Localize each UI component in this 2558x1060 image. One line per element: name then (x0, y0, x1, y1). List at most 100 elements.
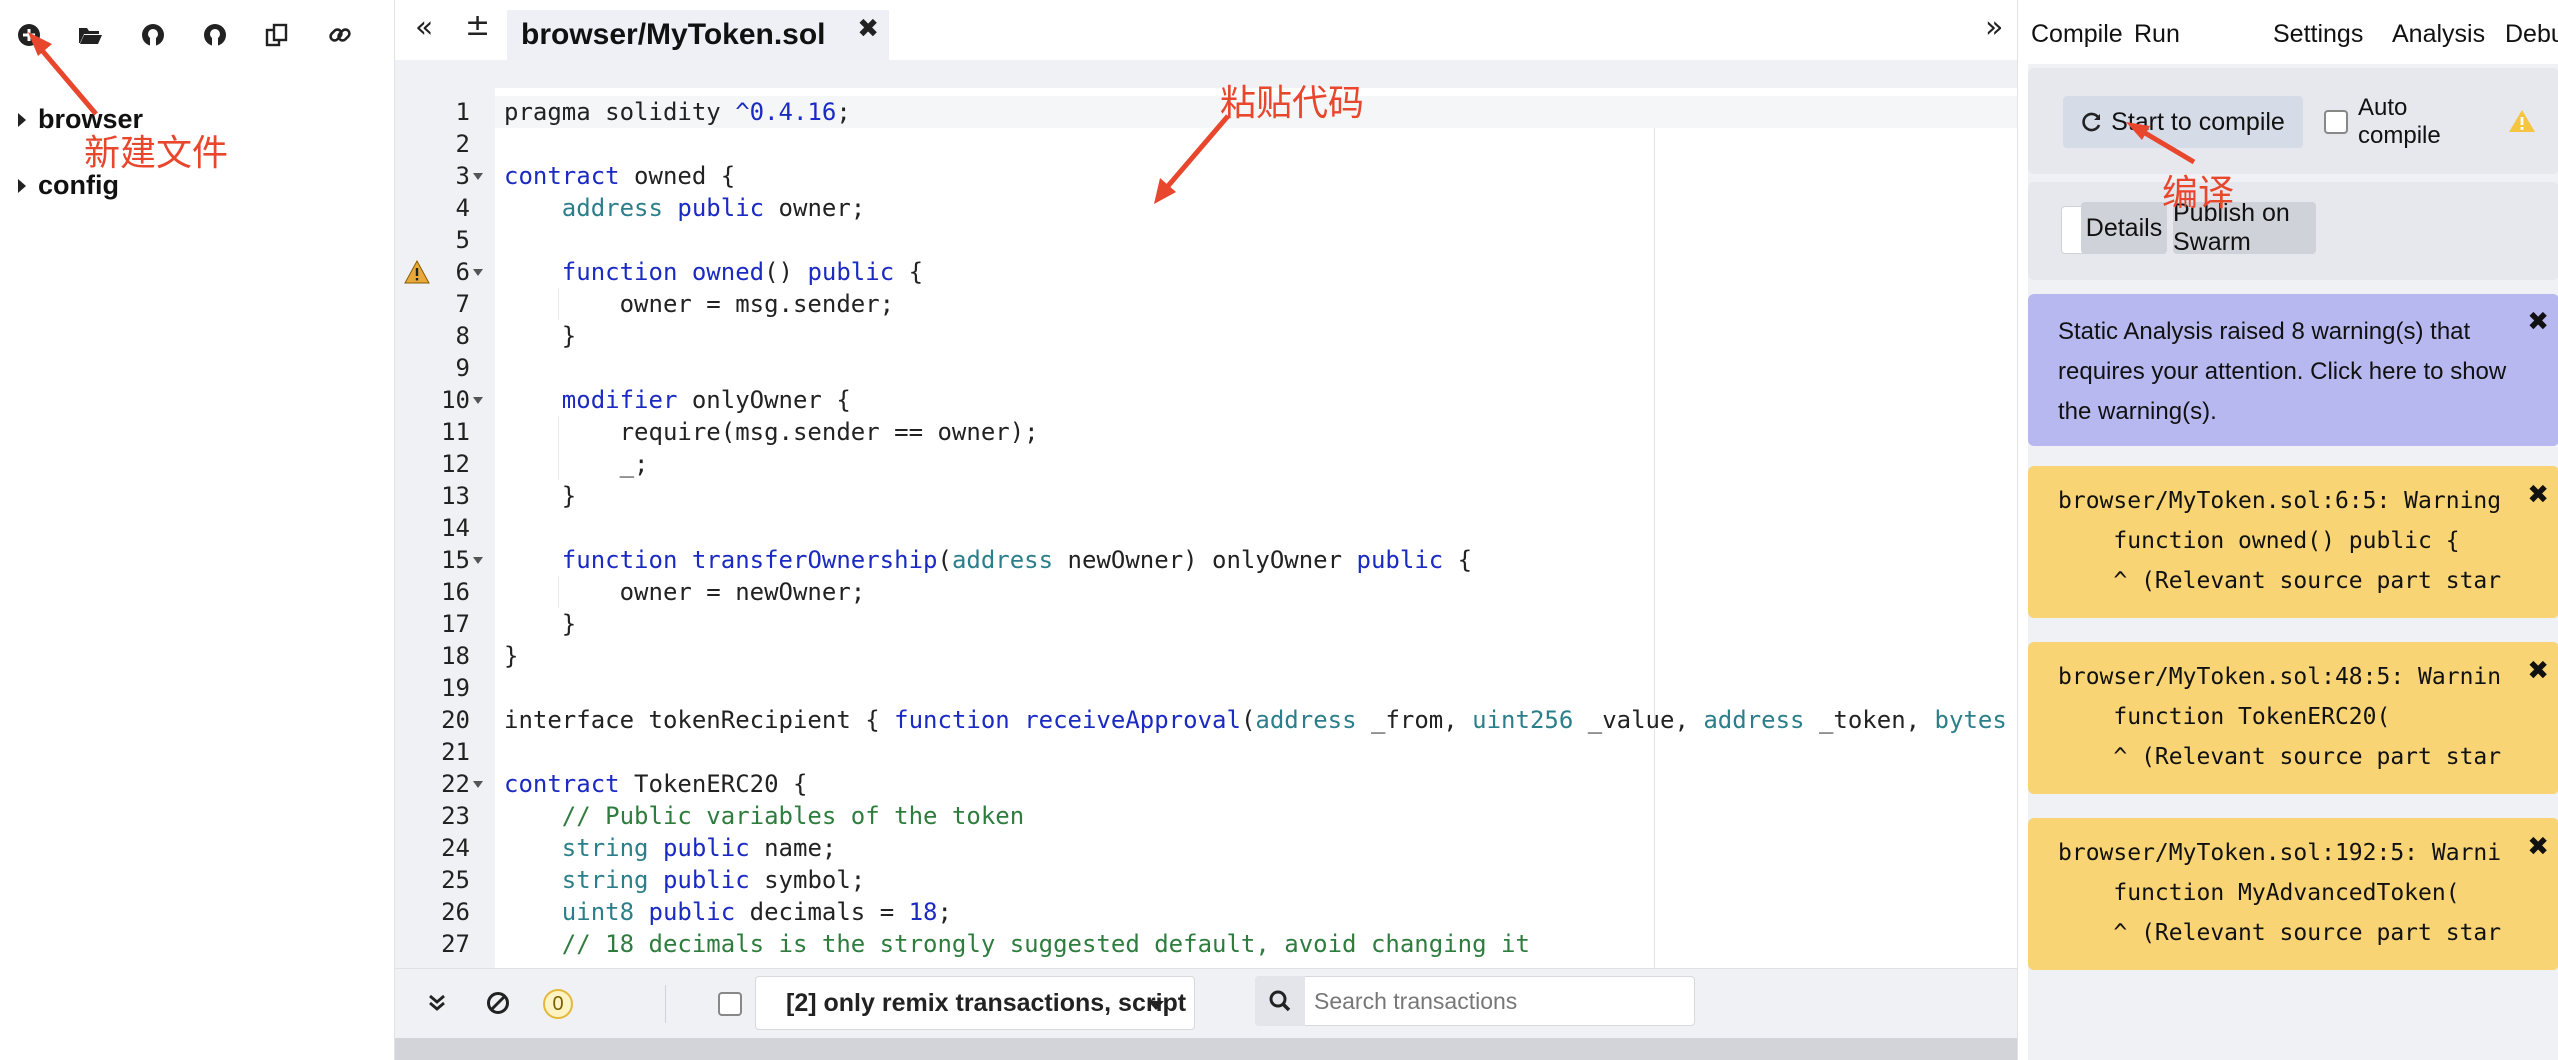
static-analysis-alert[interactable]: Static Analysis raised 8 warning(s) that… (2028, 294, 2558, 446)
warning-pointer: ^ (Relevant source part star (2058, 744, 2502, 770)
code-line: function transferOwnership(address newOw… (561, 546, 1473, 574)
code-line: owner = newOwner; (504, 578, 866, 606)
gist-icon[interactable] (200, 20, 230, 50)
clear-console-icon[interactable] (485, 990, 511, 1021)
code-line: owner = msg.sender; (504, 290, 895, 318)
code-line: uint8 public decimals = 18; (561, 898, 952, 926)
code-line: // Public variables of the token (561, 802, 1025, 830)
copy-to-icon[interactable] (262, 20, 292, 50)
search-input[interactable] (1314, 977, 1684, 1025)
code-line: contract TokenERC20 { (504, 770, 808, 798)
line-number: 17 (441, 610, 470, 638)
collapse-right-panel-icon[interactable]: » (1985, 10, 2003, 45)
code-line: string public symbol; (561, 866, 866, 894)
warning-location: browser/MyToken.sol:192:5: Warni (2058, 840, 2502, 866)
line-number-gutter: 1 2 3 4 5 6 7 8 9 10 11 12 13 14 15 16 17 18 19 20 21 22 23 24 2… (395, 88, 495, 968)
tab-settings[interactable]: Settings (2273, 20, 2363, 49)
terminal-toolbar: 0 [2] only remix transactions, script (395, 968, 2017, 1038)
close-icon[interactable]: ✖ (2527, 656, 2549, 686)
warning-source: function owned() public { (2058, 528, 2460, 554)
pending-transactions-badge: 0 (543, 989, 573, 1019)
start-compile-label: Start to compile (2111, 107, 2285, 136)
collapse-left-panel-icon[interactable]: « (415, 10, 433, 45)
code-line: } (504, 482, 577, 510)
line-number: 12 (441, 450, 470, 478)
line-number: 26 (441, 898, 470, 926)
create-file-icon[interactable] (14, 20, 44, 50)
code-line: interface tokenRecipient { function rece… (504, 706, 2007, 734)
line-number: 21 (441, 738, 470, 766)
line-number: 19 (441, 674, 470, 702)
line-number: 25 (441, 866, 470, 894)
caret-right-icon (18, 112, 26, 127)
code-line: address public owner; (561, 194, 866, 222)
line-number: 20 (441, 706, 470, 734)
print-margin-line (1654, 128, 1655, 968)
close-icon[interactable]: ✖ (2527, 832, 2549, 862)
line-number: 9 (455, 354, 470, 382)
line-number: 18 (441, 642, 470, 670)
code-line: function owned() public { (561, 258, 924, 286)
transaction-filter-label: [2] only remix transactions, script (786, 988, 1187, 1017)
close-icon[interactable]: ✖ (857, 14, 879, 44)
line-number: 3 (455, 162, 470, 190)
tab-analysis[interactable]: Analysis (2392, 20, 2485, 49)
right-panel: Compile Run Settings Analysis Debu Start… (2017, 0, 2558, 1060)
close-icon[interactable]: ✖ (2527, 480, 2549, 510)
search-icon[interactable] (1255, 976, 1305, 1026)
warning-pointer: ^ (Relevant source part star (2058, 568, 2502, 594)
refresh-icon (2082, 112, 2101, 132)
code-line: } (504, 610, 577, 638)
tab-compile[interactable]: Compile (2031, 20, 2123, 49)
github-icon[interactable] (138, 20, 168, 50)
code-line: string public name; (561, 834, 837, 862)
line-number: 14 (441, 514, 470, 542)
transaction-search (1255, 976, 1695, 1026)
line-number: 24 (441, 834, 470, 862)
fold-toggle-icon[interactable] (473, 781, 483, 788)
start-compile-button[interactable]: Start to compile (2063, 96, 2303, 148)
compile-tab-content: Start to compile Auto compile Details Pu… (2028, 64, 2558, 1060)
line-number: 11 (441, 418, 470, 446)
warning-source: function MyAdvancedToken( (2058, 880, 2460, 906)
warning-icon[interactable] (404, 259, 430, 285)
fold-toggle-icon[interactable] (473, 269, 483, 276)
connect-localhost-icon[interactable] (325, 20, 355, 50)
line-number: 8 (455, 322, 470, 350)
tab-debugger[interactable]: Debu (2505, 20, 2558, 49)
line-number: 7 (455, 290, 470, 318)
terminal-resize-handle[interactable] (395, 1038, 2017, 1060)
code-line: // 18 decimals is the strongly suggested… (561, 930, 1530, 958)
fold-toggle-icon[interactable] (473, 397, 483, 404)
listen-network-checkbox[interactable] (718, 992, 742, 1016)
right-panel-tabs: Compile Run Settings Analysis Debu (2018, 0, 2558, 64)
fold-toggle-icon[interactable] (473, 173, 483, 180)
editor-region: « ± browser/MyToken.sol ✖ » 1 2 3 4 5 6 7 8 9 10 1… (395, 0, 2017, 1060)
auto-compile-checkbox[interactable] (2324, 110, 2348, 134)
annotation-compile: 编译 (2162, 173, 2235, 214)
details-button[interactable]: Details (2081, 202, 2167, 254)
line-number: 1 (455, 98, 470, 126)
close-icon[interactable]: ✖ (2527, 302, 2549, 342)
line-number: 10 (441, 386, 470, 414)
warning-location: browser/MyToken.sol:6:5: Warning (2058, 488, 2502, 514)
zoom-icon[interactable]: ± (465, 8, 490, 43)
tab-run[interactable]: Run (2134, 20, 2180, 49)
divider (665, 985, 666, 1023)
warning-icon[interactable] (2508, 108, 2536, 134)
code-line: } (504, 322, 577, 350)
compiler-warning-card: browser/MyToken.sol:48:5: Warnin functio… (2028, 642, 2558, 794)
warning-location: browser/MyToken.sol:48:5: Warnin (2058, 664, 2502, 690)
line-number: 16 (441, 578, 470, 606)
auto-compile-label: Auto compile (2358, 94, 2441, 149)
open-folder-icon[interactable] (75, 20, 105, 50)
transaction-filter-select[interactable]: [2] only remix transactions, script (755, 976, 1195, 1030)
annotation-paste-code: 粘贴代码 (1220, 83, 1365, 124)
code-editor[interactable]: pragma solidity ^0.4.16; contract owned {… (495, 88, 2017, 968)
toggle-terminal-icon[interactable] (425, 991, 449, 1020)
code-line: pragma solidity ^0.4.16; (504, 98, 851, 126)
file-tab[interactable]: browser/MyToken.sol ✖ (507, 10, 889, 60)
fold-toggle-icon[interactable] (473, 557, 483, 564)
line-number: 4 (455, 194, 470, 222)
code-line: modifier onlyOwner { (561, 386, 851, 414)
